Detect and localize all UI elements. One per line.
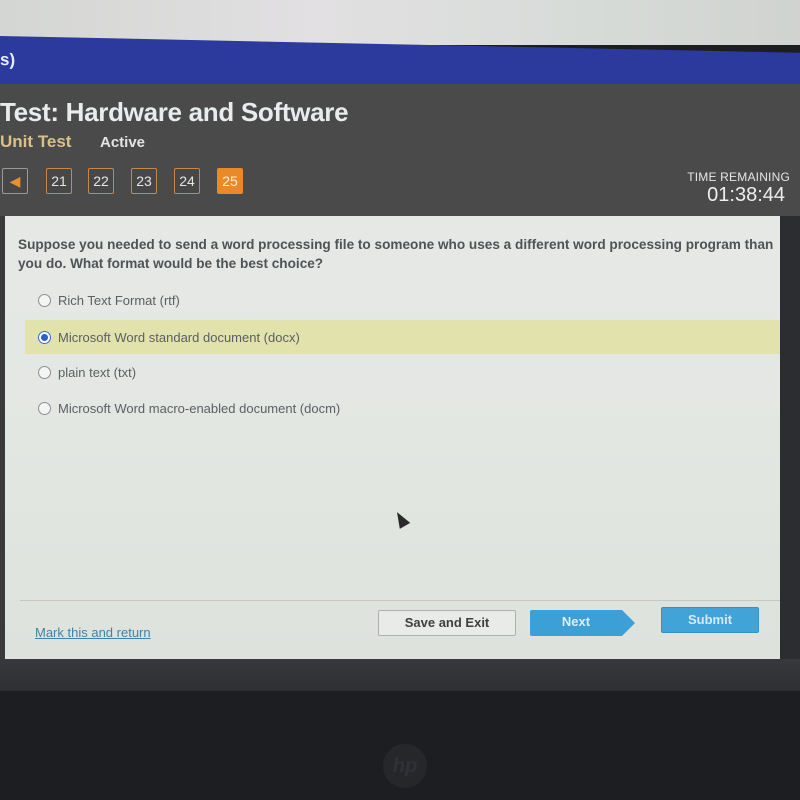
radio-button-selected[interactable] xyxy=(38,330,51,344)
answer-option-txt[interactable]: plain text (txt) xyxy=(25,355,788,389)
answer-label: Microsoft Word standard document (docx) xyxy=(58,329,300,345)
hp-logo-icon: hp xyxy=(383,744,427,788)
question-button-23[interactable]: 23 xyxy=(131,168,157,194)
radio-button[interactable] xyxy=(38,293,51,307)
submit-button[interactable]: Submit xyxy=(661,607,759,633)
question-button-25-current[interactable]: 25 xyxy=(217,168,243,194)
footer-divider xyxy=(20,600,780,601)
monitor-bezel-bottom xyxy=(0,659,800,691)
mark-and-return-link[interactable]: Mark this and return xyxy=(35,625,151,640)
mouse-cursor-icon xyxy=(391,509,411,529)
question-panel: Suppose you needed to send a word proces… xyxy=(5,216,788,659)
page-title: Test: Hardware and Software xyxy=(0,97,349,127)
question-text: Suppose you needed to send a word proces… xyxy=(18,237,774,271)
save-and-exit-button[interactable]: Save and Exit xyxy=(378,610,516,636)
monitor-bezel-right xyxy=(780,216,800,659)
question-button-22[interactable]: 22 xyxy=(88,168,114,194)
triangle-left-icon: ◀ xyxy=(9,173,21,189)
radio-button[interactable] xyxy=(38,401,51,415)
test-type-label: Unit Test xyxy=(0,132,72,151)
answer-label: Microsoft Word macro-enabled document (d… xyxy=(58,400,341,416)
status-label: Active xyxy=(100,134,146,151)
time-remaining-value: 01:38:44 xyxy=(707,184,785,206)
test-header: Test: Hardware and Software Unit Test Ac… xyxy=(0,84,800,216)
answer-label: Rich Text Format (rtf) xyxy=(58,292,180,308)
answer-option-docx[interactable]: Microsoft Word standard document (docx) xyxy=(25,320,788,354)
answer-option-docm[interactable]: Microsoft Word macro-enabled document (d… xyxy=(25,391,788,425)
question-button-21[interactable]: 21 xyxy=(46,168,72,194)
breadcrumb[interactable]: s) xyxy=(0,50,15,70)
question-button-24[interactable]: 24 xyxy=(174,168,200,194)
previous-question-button[interactable]: ◀ xyxy=(2,168,28,194)
radio-button[interactable] xyxy=(38,365,51,379)
next-button[interactable]: Next xyxy=(530,610,635,636)
answer-option-rtf[interactable]: Rich Text Format (rtf) xyxy=(25,283,788,317)
answer-label: plain text (txt) xyxy=(58,364,137,380)
time-remaining-label: TIME REMAINING xyxy=(687,170,790,184)
